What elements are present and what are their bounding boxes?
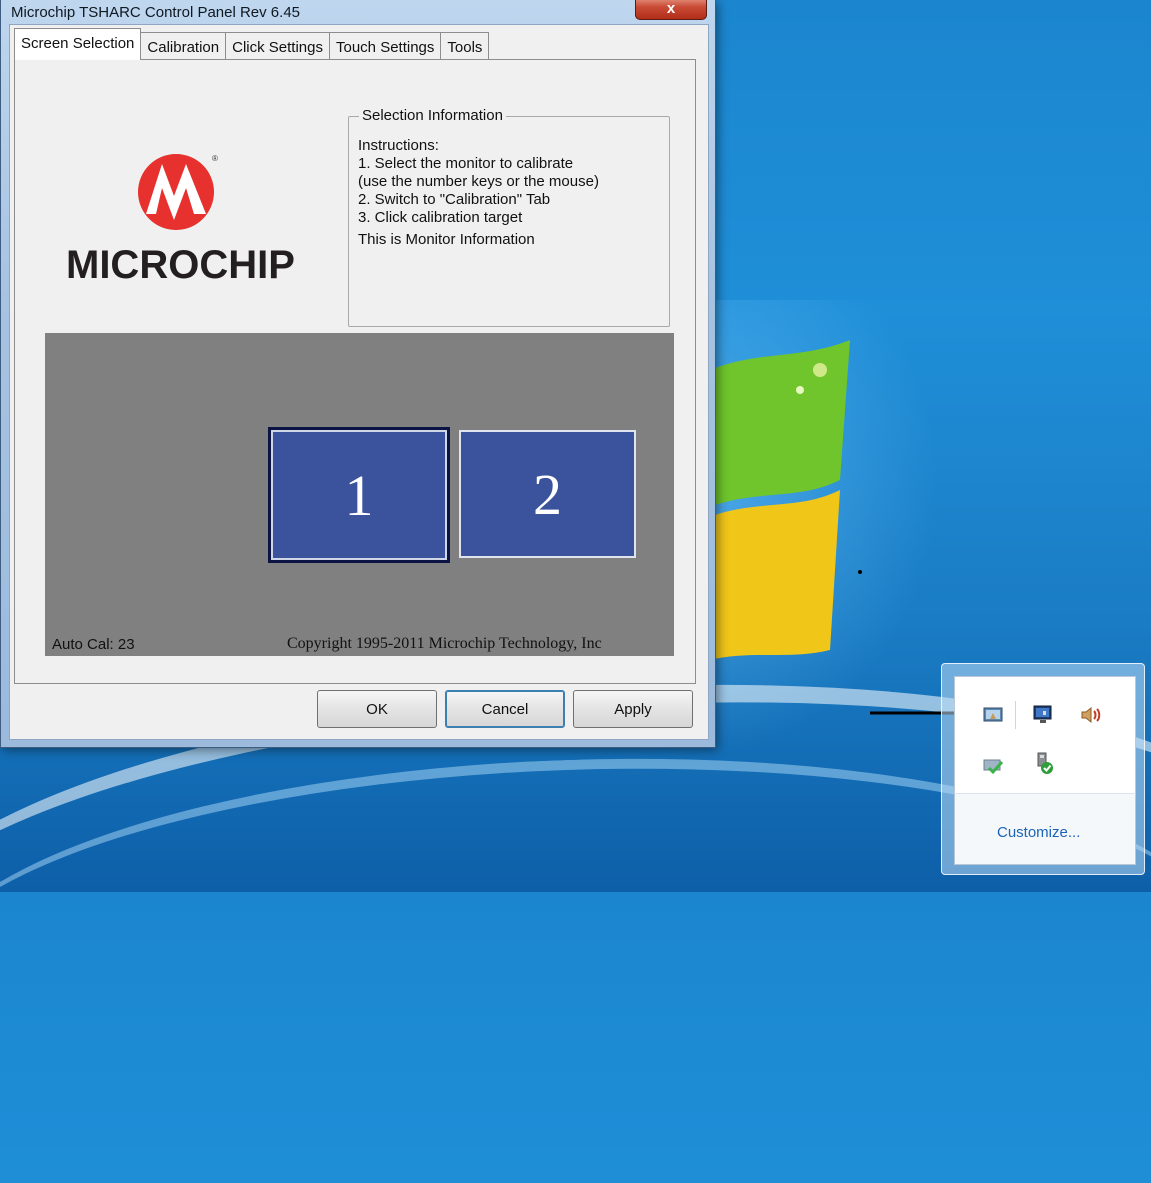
instruction-line: (use the number keys or the mouse) xyxy=(358,173,599,190)
logo-wordmark: MICROCHIP xyxy=(66,243,294,287)
cancel-button[interactable]: Cancel xyxy=(445,690,565,728)
monitor-2[interactable]: 2 xyxy=(459,430,636,558)
microchip-logo-icon: ® MICROCHIP xyxy=(66,154,295,287)
tab-calibration[interactable]: Calibration xyxy=(140,32,227,60)
speaker-icon[interactable] xyxy=(1079,703,1103,727)
notification-tray-popup: Customize... xyxy=(941,663,1145,875)
tray-separator xyxy=(1015,701,1016,729)
close-icon: x xyxy=(666,0,676,17)
action-center-icon[interactable] xyxy=(981,753,1005,777)
tab-tools[interactable]: Tools xyxy=(440,32,490,60)
ok-button[interactable]: OK xyxy=(317,690,437,728)
instruction-line: 1. Select the monitor to calibrate xyxy=(358,155,574,172)
windows-logo xyxy=(710,340,850,660)
auto-cal-label: Auto Cal: 23 xyxy=(52,636,135,653)
apply-button[interactable]: Apply xyxy=(573,690,693,728)
instructions-heading: Instructions: xyxy=(358,137,439,154)
monitor-1[interactable]: 1 xyxy=(268,427,450,563)
selection-info-text: Instructions: 1. Select the monitor to c… xyxy=(358,137,599,249)
title-bar[interactable]: Microchip TSHARC Control Panel Rev 6.45 xyxy=(1,0,715,24)
svg-text:®: ® xyxy=(212,154,218,163)
touchscreen-tray-icon[interactable] xyxy=(981,703,1005,727)
copyright-text: Copyright 1995-2011 Microchip Technology… xyxy=(287,635,602,652)
tab-strip: Screen Selection Calibration Click Setti… xyxy=(14,28,490,60)
tab-click-settings[interactable]: Click Settings xyxy=(225,32,330,60)
usb-safely-remove-icon[interactable] xyxy=(1031,751,1055,775)
window-title: Microchip TSHARC Control Panel Rev 6.45 xyxy=(11,3,301,21)
tab-screen-selection[interactable]: Screen Selection xyxy=(14,28,142,60)
selection-info-group: Selection Information Instructions: 1. S… xyxy=(348,107,670,327)
tray-footer: Customize... xyxy=(954,793,1136,865)
customize-link[interactable]: Customize... xyxy=(997,824,1080,841)
monitor-info: This is Monitor Information xyxy=(358,231,535,248)
instruction-line: 3. Click calibration target xyxy=(358,209,523,226)
tray-icons-panel xyxy=(954,676,1136,794)
close-button[interactable]: x xyxy=(635,0,707,20)
network-monitor-icon[interactable] xyxy=(1031,703,1055,727)
mouse-dot xyxy=(858,570,862,574)
instruction-line: 2. Switch to "Calibration" Tab xyxy=(358,191,551,208)
selection-info-legend: Selection Information xyxy=(359,107,506,124)
microchip-logo: ® MICROCHIP xyxy=(44,96,295,296)
tab-touch-settings[interactable]: Touch Settings xyxy=(329,32,442,60)
